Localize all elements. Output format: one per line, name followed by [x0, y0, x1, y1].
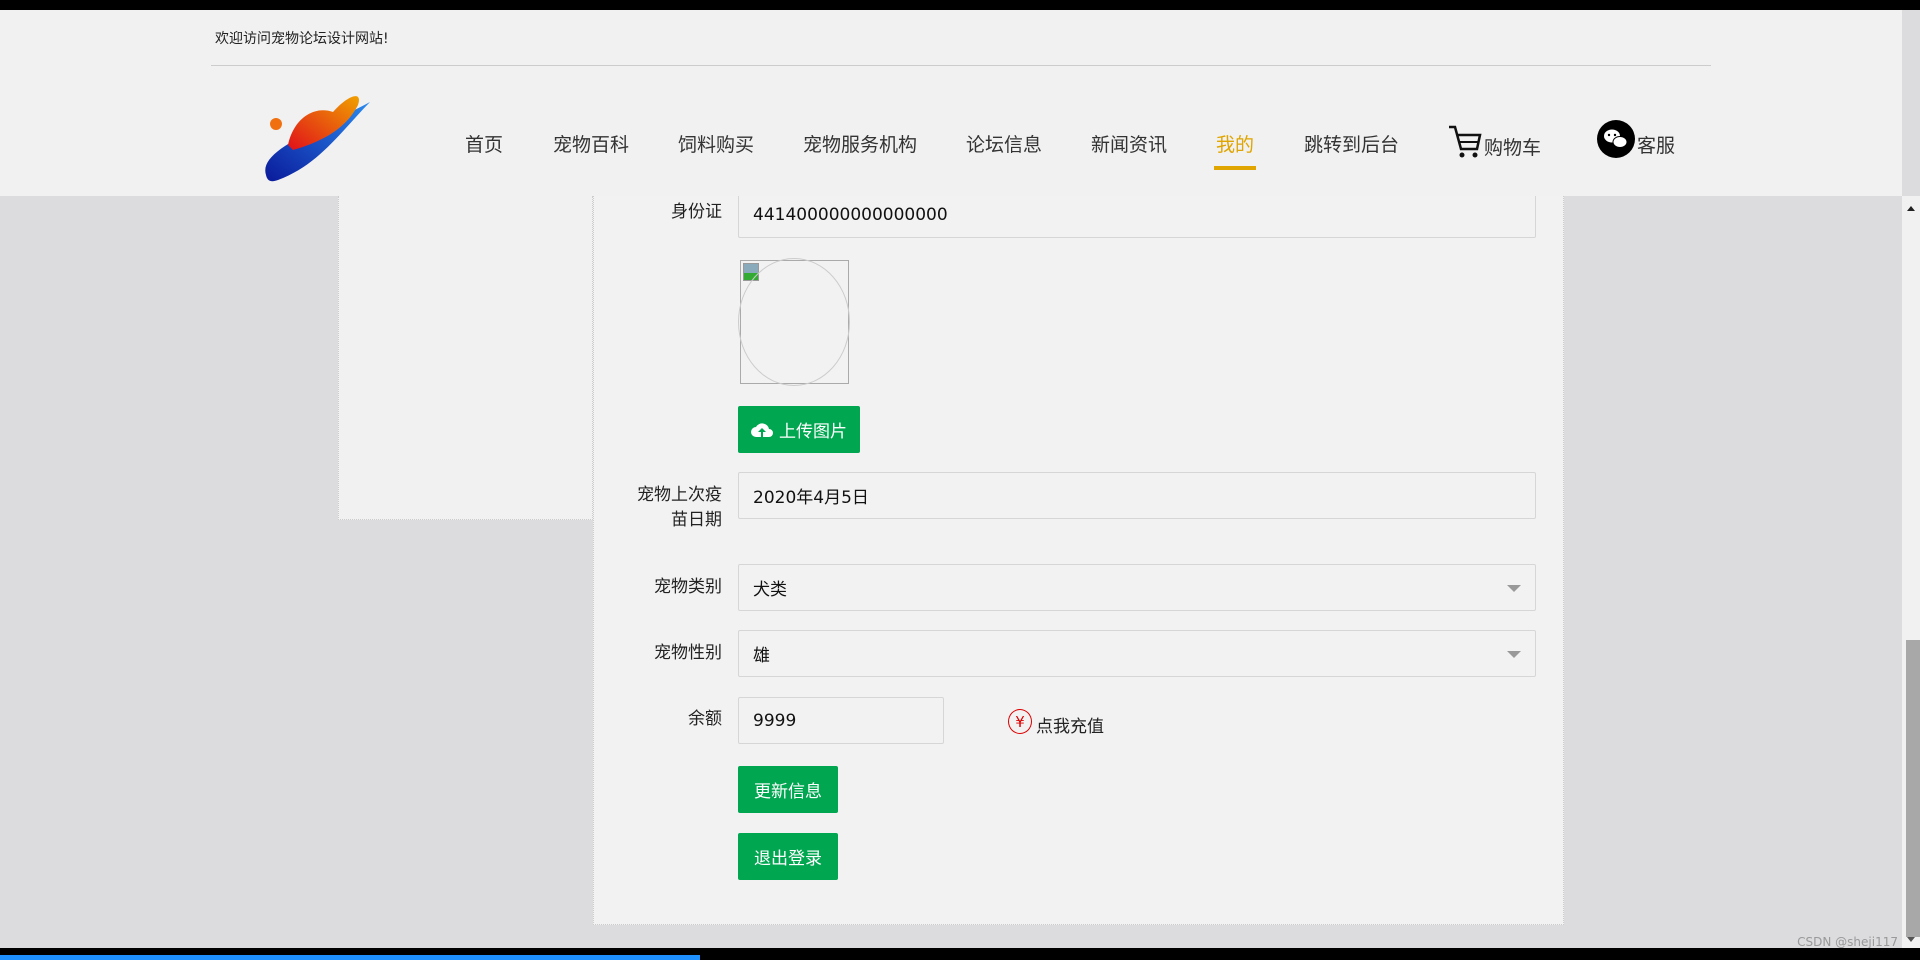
nav-admin[interactable]: 跳转到后台 [1304, 130, 1399, 157]
id-input[interactable]: 441400000000000000 [738, 191, 1536, 238]
gender-select[interactable]: 雄 [738, 630, 1536, 677]
nav-customer-service[interactable]: 客服 [1597, 120, 1675, 158]
nav-forum[interactable]: 论坛信息 [966, 130, 1042, 157]
watermark: CSDN @sheji117 [1797, 935, 1898, 949]
nav-cart[interactable]: 购物车 [1448, 124, 1541, 160]
update-info-button[interactable]: 更新信息 [738, 766, 838, 813]
service-label: 客服 [1637, 135, 1676, 157]
nav-mine[interactable]: 我的 [1213, 130, 1257, 170]
scroll-up-icon[interactable] [1907, 206, 1915, 211]
nav-pet-service[interactable]: 宠物服务机构 [803, 130, 917, 157]
cart-icon [1449, 125, 1482, 158]
upload-label: 上传图片 [779, 422, 847, 442]
upload-image-button[interactable]: 上传图片 [738, 406, 860, 453]
nav-feed-purchase[interactable]: 饲料购买 [678, 130, 754, 157]
gender-label: 宠物性别 [654, 643, 722, 663]
header-divider [211, 65, 1711, 66]
id-label: 身份证 [671, 202, 722, 222]
recharge-link[interactable]: ¥ 点我充值 [1008, 706, 1104, 737]
cart-label: 购物车 [1484, 137, 1542, 159]
yen-icon: ¥ [1008, 709, 1032, 734]
category-select[interactable]: 犬类 [738, 564, 1536, 611]
site-logo[interactable] [258, 90, 378, 186]
scroll-down-icon[interactable] [1907, 937, 1915, 942]
nav-news[interactable]: 新闻资讯 [1091, 130, 1167, 157]
balance-label: 余额 [688, 709, 722, 729]
window-top-bar [0, 0, 1920, 10]
cloud-upload-icon [751, 422, 773, 437]
balance-input[interactable]: 9999 [738, 697, 944, 744]
chevron-down-icon [1507, 585, 1521, 592]
left-sidebar-panel [338, 196, 593, 520]
vaccine-date-label: 宠物上次疫 苗日期 [637, 485, 722, 530]
pet-image-preview [738, 258, 850, 386]
category-label: 宠物类别 [654, 577, 722, 597]
logout-button[interactable]: 退出登录 [738, 833, 838, 880]
chevron-down-icon [1507, 651, 1521, 658]
recharge-label: 点我充值 [1036, 717, 1104, 737]
page-scrollbar[interactable] [1902, 196, 1920, 950]
vaccine-date-input[interactable]: 2020年4月5日 [738, 472, 1536, 519]
nav-pet-encyclopedia[interactable]: 宠物百科 [553, 130, 629, 157]
nav-home[interactable]: 首页 [465, 130, 503, 157]
welcome-text: 欢迎访问宠物论坛设计网站! [215, 31, 389, 47]
site-header: 欢迎访问宠物论坛设计网站! 首页 宠物百科 饲料购买 宠物服务机构 论坛信息 新… [0, 10, 1902, 196]
wechat-icon [1597, 120, 1635, 158]
scrollbar-thumb[interactable] [1906, 640, 1920, 937]
video-progress-bar[interactable] [0, 955, 700, 960]
